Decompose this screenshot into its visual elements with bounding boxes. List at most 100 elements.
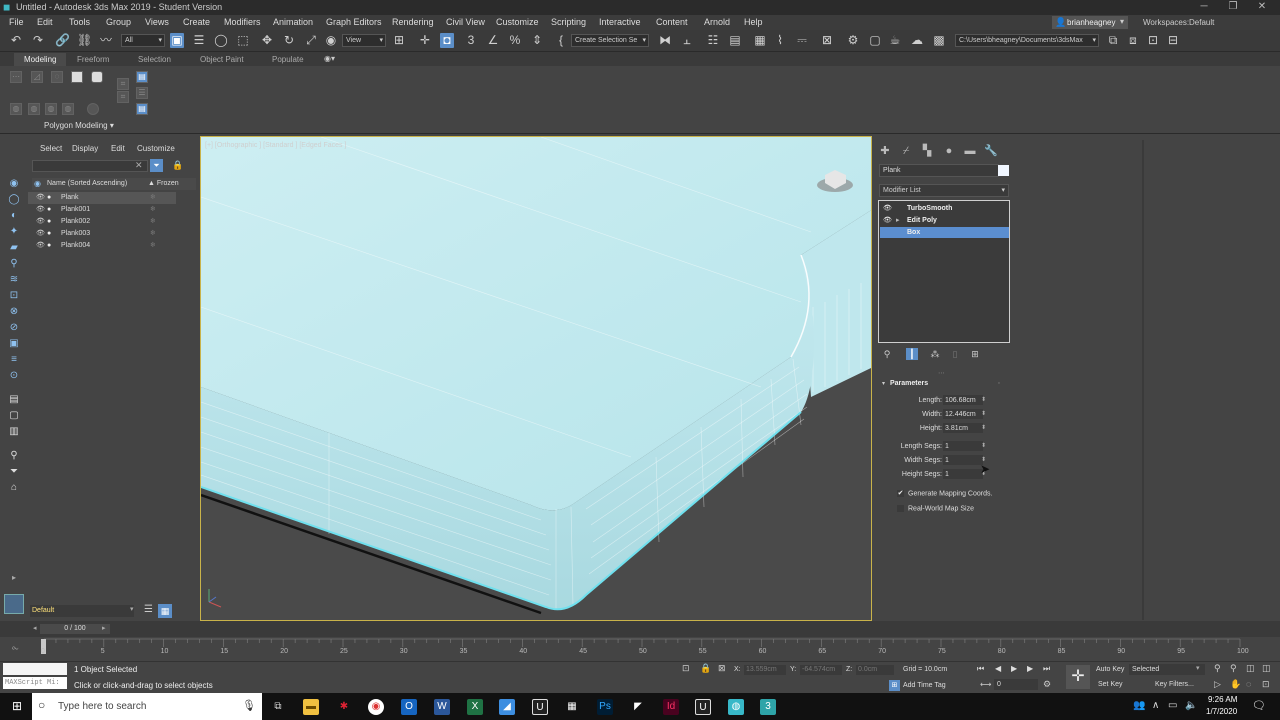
parameter-value-field[interactable]: 1 xyxy=(943,469,983,479)
undo-icon[interactable]: ↶ xyxy=(9,33,23,48)
maximize-viewport-icon[interactable]: ⊡ xyxy=(1262,679,1270,690)
make-unique-icon[interactable]: ⁂ xyxy=(929,348,941,360)
layer-list-icon[interactable]: ☰ xyxy=(144,604,153,615)
menu-civil-view[interactable]: Civil View xyxy=(446,17,485,27)
filter-icon[interactable]: ⏷ xyxy=(150,159,163,172)
workspace-select[interactable]: Default xyxy=(1189,18,1214,27)
selection-lock-icon[interactable]: 🔒 xyxy=(700,663,711,674)
tab-selection[interactable]: Selection xyxy=(128,53,181,66)
microphone-icon[interactable]: 🎙 xyxy=(242,699,256,712)
time-slider[interactable]: 0 / 100 ◂ ▸ xyxy=(0,621,1280,637)
3ds-max-icon[interactable]: 3 xyxy=(760,699,776,715)
scene-explorer-toggle-icon[interactable]: ☷ xyxy=(706,33,720,48)
parameter-value-field[interactable]: 1 xyxy=(943,455,983,465)
visibility-eye-icon[interactable]: 👁 xyxy=(36,216,45,228)
z-coordinate-field[interactable]: 0.0cm xyxy=(856,665,894,675)
file-explorer-icon[interactable]: ▬ xyxy=(303,699,319,715)
render-dot-icon[interactable]: ● xyxy=(47,228,51,240)
window-crossing-icon[interactable]: ⬚ xyxy=(236,33,250,48)
render-dot-icon[interactable]: ● xyxy=(47,192,51,204)
task-view-icon[interactable]: ⧉ xyxy=(270,699,286,715)
clear-search-icon[interactable]: ✕ xyxy=(135,160,143,171)
volume-icon[interactable]: 🔈 xyxy=(1185,700,1197,711)
selection-filter-dropdown[interactable]: All xyxy=(121,34,165,47)
zoom-icon[interactable]: ⚲ xyxy=(1214,663,1221,674)
display-none-icon[interactable]: ◉ xyxy=(8,178,20,190)
maxscript-listener-input[interactable]: MAXScript Mi: xyxy=(3,677,67,689)
user-account[interactable]: 👤 brianheagney ▾ xyxy=(1052,16,1128,29)
parameter-value-field[interactable]: 3.81cm xyxy=(943,423,983,433)
render-production-icon[interactable]: ☕ xyxy=(888,33,902,48)
isolate-icon[interactable]: ⊡ xyxy=(682,663,690,674)
scene-object-row[interactable]: 👁 ● Plank004 ❄ xyxy=(28,240,176,252)
loop-icon[interactable]: ◍ xyxy=(45,103,57,115)
mirror-icon[interactable]: ⧓ xyxy=(658,33,672,48)
angle-snap-icon[interactable]: ∠ xyxy=(486,33,500,48)
network-icon[interactable]: ▭ xyxy=(1168,700,1177,711)
orbit-icon[interactable]: ◌ xyxy=(1246,679,1251,689)
invert-display-icon[interactable]: ▥ xyxy=(8,426,20,438)
key-mode-dropdown[interactable]: Selected xyxy=(1129,664,1205,675)
minimize-button[interactable]: ─ xyxy=(1190,0,1218,15)
x-coordinate-field[interactable]: 13.559cm xyxy=(744,665,786,675)
menu-interactive[interactable]: Interactive xyxy=(599,17,641,27)
curve-editor-icon[interactable]: ⌇ xyxy=(773,33,787,48)
modifier-toggle-icon[interactable]: 👁 xyxy=(883,203,892,214)
reference-coordinate-dropdown[interactable]: View xyxy=(342,34,386,47)
unlink-icon[interactable]: ⛓ xyxy=(77,33,92,48)
parameter-value-field[interactable]: 12.446cm xyxy=(943,409,983,419)
find-icon[interactable]: ⚲ xyxy=(8,450,20,462)
scene-tab-select[interactable]: Select xyxy=(40,144,62,153)
calculator-icon[interactable]: ▦ xyxy=(564,699,580,715)
parameter-value-field[interactable]: 106.68cm xyxy=(943,395,983,405)
object-name-field[interactable]: Plank xyxy=(879,164,999,177)
select-object-icon[interactable]: ▣ xyxy=(170,33,184,48)
display-none-filter-icon[interactable]: ▢ xyxy=(8,410,20,422)
time-tag-icon[interactable]: ⊞ xyxy=(889,680,900,691)
display-bones-icon[interactable]: ⊘ xyxy=(8,322,20,334)
unreal-2-icon[interactable]: U xyxy=(695,699,711,715)
track-bar[interactable]: ⧜ 0 5 10 15 20 25 30 35 40 45 50 55 60 65 70 75 80 85 90 95… xyxy=(0,637,1280,661)
menu-file[interactable]: File xyxy=(9,17,24,27)
scene-tab-customize[interactable]: Customize xyxy=(137,144,175,153)
lock-icon[interactable]: 🔒 xyxy=(172,160,183,171)
close-button[interactable]: ✕ xyxy=(1248,0,1276,15)
time-config-icon[interactable]: ⚙ xyxy=(1043,679,1051,690)
layer-explorer-icon[interactable]: ▤ xyxy=(728,33,742,48)
system-tray-expand-icon[interactable]: ∧ xyxy=(1152,700,1159,711)
redo-icon[interactable]: ↷ xyxy=(31,33,45,48)
pin-stack-icon[interactable]: ⚲ xyxy=(881,348,893,360)
display-frozen-icon[interactable]: ≡ xyxy=(8,354,20,366)
menu-rendering[interactable]: Rendering xyxy=(392,17,434,27)
shrink-icon[interactable]: ◍ xyxy=(28,103,40,115)
absolute-mode-icon[interactable]: ⊠ xyxy=(718,663,726,674)
modify-tab-icon[interactable]: ⌿ xyxy=(899,144,913,158)
menu-graph-editors[interactable]: Graph Editors xyxy=(326,17,382,27)
display-hidden-icon[interactable]: ⊙ xyxy=(8,370,20,382)
tab-modeling[interactable]: Modeling xyxy=(14,53,67,66)
edge-mode-icon[interactable]: ◿ xyxy=(31,71,43,83)
soft-selection-icon[interactable] xyxy=(87,103,99,115)
photoshop-icon[interactable]: Ps xyxy=(597,699,613,715)
scene-object-row[interactable]: 👁 ● Plank001 ❄ xyxy=(28,204,176,216)
zoom-extents-all-icon[interactable]: ◫ xyxy=(1262,663,1271,674)
key-mode-icon[interactable]: ⟷ xyxy=(980,680,991,689)
render-dot-icon[interactable]: ● xyxy=(47,216,51,228)
use-displace-icon[interactable]: ⌗ xyxy=(117,91,129,103)
tab-freeform[interactable]: Freeform xyxy=(67,53,119,66)
show-end-result-icon[interactable]: ┃ xyxy=(906,348,918,360)
visibility-eye-icon[interactable]: 👁 xyxy=(36,204,45,216)
viewport-layout-icon[interactable] xyxy=(4,594,24,614)
tab-object-paint[interactable]: Object Paint xyxy=(190,53,254,66)
display-all-icon[interactable]: ▤ xyxy=(8,394,20,406)
remove-modifier-icon[interactable]: ▯ xyxy=(949,348,961,360)
ribbon-panel-label[interactable]: Polygon Modeling ▾ xyxy=(44,121,114,130)
percent-snap-icon[interactable]: % xyxy=(508,33,522,48)
current-frame-field[interactable]: 0 xyxy=(994,679,1038,690)
modify-mode-icon[interactable]: ⌗ xyxy=(117,78,129,90)
taskbar-search-box[interactable]: ○ Type here to search 🎙 xyxy=(32,693,262,720)
render-dot-icon[interactable]: ● xyxy=(47,204,51,216)
add-time-tag[interactable]: Add Time Tag xyxy=(903,682,946,689)
unreal-icon[interactable]: U xyxy=(532,699,548,715)
field-of-view-icon[interactable]: ▷ xyxy=(1214,679,1221,690)
